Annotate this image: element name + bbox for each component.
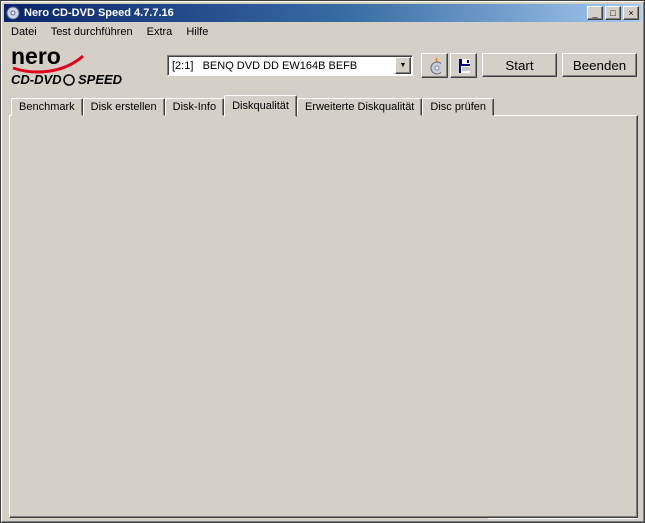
tab-diskqualitaet[interactable]: Diskqualität <box>224 95 297 117</box>
close-button[interactable]: × <box>623 6 639 20</box>
drive-select-value: [2:1] BENQ DVD DD EW164B BEFB <box>172 59 358 72</box>
tab-disc-pruefen[interactable]: Disc prüfen <box>422 98 495 116</box>
burn-disc-button[interactable] <box>421 53 448 78</box>
tab-disk-info[interactable]: Disk-Info <box>164 98 225 116</box>
menu-test-durchfuehren[interactable]: Test durchführen <box>44 25 140 39</box>
chevron-down-icon[interactable]: ▼ <box>395 57 411 74</box>
menu-hilfe[interactable]: Hilfe <box>179 25 215 39</box>
window-title: Nero CD-DVD Speed 4.7.7.16 <box>24 7 174 19</box>
minimize-icon: _ <box>592 7 598 18</box>
menu-bar: Datei Test durchführen Extra Hilfe <box>4 23 641 41</box>
maximize-icon: □ <box>610 7 616 18</box>
logo-disc-icon <box>63 74 75 86</box>
save-icon <box>459 58 470 73</box>
tab-erweiterte-diskqualitaet[interactable]: Erweiterte Diskqualität <box>296 98 423 116</box>
tab-strip: Benchmark Disk erstellen Disk-Info Diskq… <box>11 95 495 117</box>
maximize-button[interactable]: □ <box>605 6 621 20</box>
quit-button[interactable]: Beenden <box>562 53 637 77</box>
logo-speed-text: SPEED <box>78 72 123 87</box>
tab-benchmark[interactable]: Benchmark <box>11 98 83 116</box>
close-icon: × <box>628 7 634 18</box>
tab-disk-erstellen[interactable]: Disk erstellen <box>82 98 165 116</box>
drive-select[interactable]: [2:1] BENQ DVD DD EW164B BEFB ▼ <box>167 55 413 76</box>
title-bar[interactable]: Nero CD-DVD Speed 4.7.7.16 _ □ × <box>4 4 641 22</box>
minimize-button[interactable]: _ <box>587 6 603 20</box>
menu-datei[interactable]: Datei <box>4 25 44 39</box>
menu-extra[interactable]: Extra <box>140 25 180 39</box>
nero-logo-text: nero <box>11 45 61 69</box>
tab-page <box>9 115 638 518</box>
nero-logo: nero CD-DVD SPEED <box>11 45 123 87</box>
start-button[interactable]: Start <box>482 53 557 77</box>
logo-cd-dvd-text: CD-DVD <box>11 72 62 87</box>
burn-disc-icon <box>430 57 441 74</box>
app-window: Nero CD-DVD Speed 4.7.7.16 _ □ × Datei T… <box>0 0 645 523</box>
save-button[interactable] <box>450 53 477 78</box>
app-icon <box>6 6 20 20</box>
